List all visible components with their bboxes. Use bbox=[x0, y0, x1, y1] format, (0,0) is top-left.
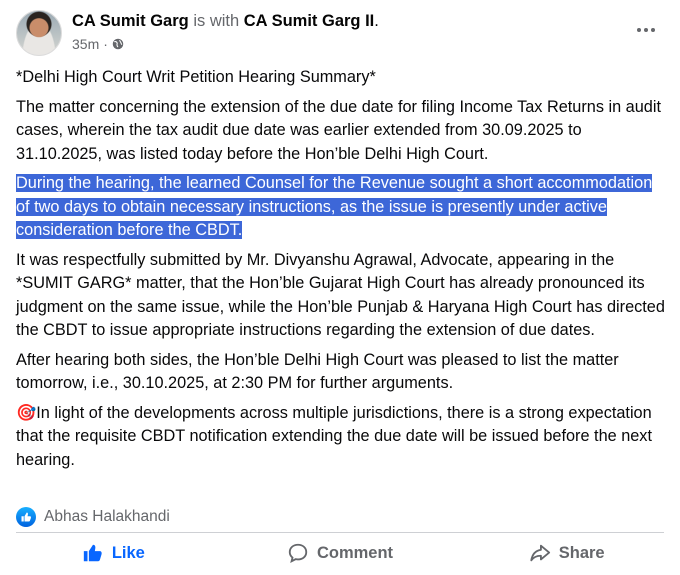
paragraph-4: After hearing both sides, the Hon’ble De… bbox=[16, 350, 619, 393]
share-icon bbox=[530, 544, 550, 562]
share-label: Share bbox=[558, 543, 605, 562]
author-name[interactable]: CA Sumit Garg bbox=[72, 12, 189, 30]
paragraph-1: The matter concerning the extension of t… bbox=[16, 97, 661, 163]
post-actions: Like Comment Share bbox=[0, 534, 680, 572]
like-button[interactable]: Like bbox=[0, 534, 227, 572]
with-text: is with bbox=[193, 12, 240, 30]
author-line: CA Sumit Garg is with CA Sumit Garg II. bbox=[72, 12, 379, 31]
more-options-icon[interactable] bbox=[632, 20, 660, 40]
paragraph-3: It was respectfully submitted by Mr. Div… bbox=[16, 250, 665, 340]
reactions-summary[interactable]: Abhas Halakhandi bbox=[16, 507, 170, 527]
thumbs-up-icon bbox=[83, 544, 102, 562]
reaction-names: Abhas Halakhandi bbox=[44, 508, 170, 525]
paragraph-5: 🎯In light of the developments across mul… bbox=[16, 402, 668, 473]
post-body: *Delhi High Court Writ Petition Hearing … bbox=[16, 66, 668, 478]
post-meta: 35m · bbox=[72, 36, 124, 52]
globe-icon[interactable] bbox=[112, 38, 124, 50]
divider bbox=[16, 532, 664, 533]
comment-button[interactable]: Comment bbox=[227, 534, 454, 572]
like-reaction-icon bbox=[16, 507, 36, 527]
paragraph-5-text: In light of the developments across mult… bbox=[16, 403, 652, 469]
highlighted-text: During the hearing, the learned Counsel … bbox=[16, 174, 653, 239]
target-emoji-icon: 🎯 bbox=[16, 403, 37, 422]
paragraph-2: During the hearing, the learned Counsel … bbox=[16, 172, 668, 243]
post-title: *Delhi High Court Writ Petition Hearing … bbox=[16, 68, 376, 86]
author-avatar[interactable] bbox=[16, 10, 62, 56]
comment-icon bbox=[288, 543, 308, 563]
like-label: Like bbox=[111, 543, 145, 562]
tagged-name[interactable]: CA Sumit Garg II bbox=[244, 12, 375, 30]
post-header: CA Sumit Garg is with CA Sumit Garg II. … bbox=[0, 0, 680, 62]
post-time[interactable]: 35m bbox=[72, 36, 99, 52]
comment-label: Comment bbox=[316, 543, 394, 562]
share-button[interactable]: Share bbox=[453, 534, 680, 572]
tagged-suffix: . bbox=[374, 12, 379, 30]
